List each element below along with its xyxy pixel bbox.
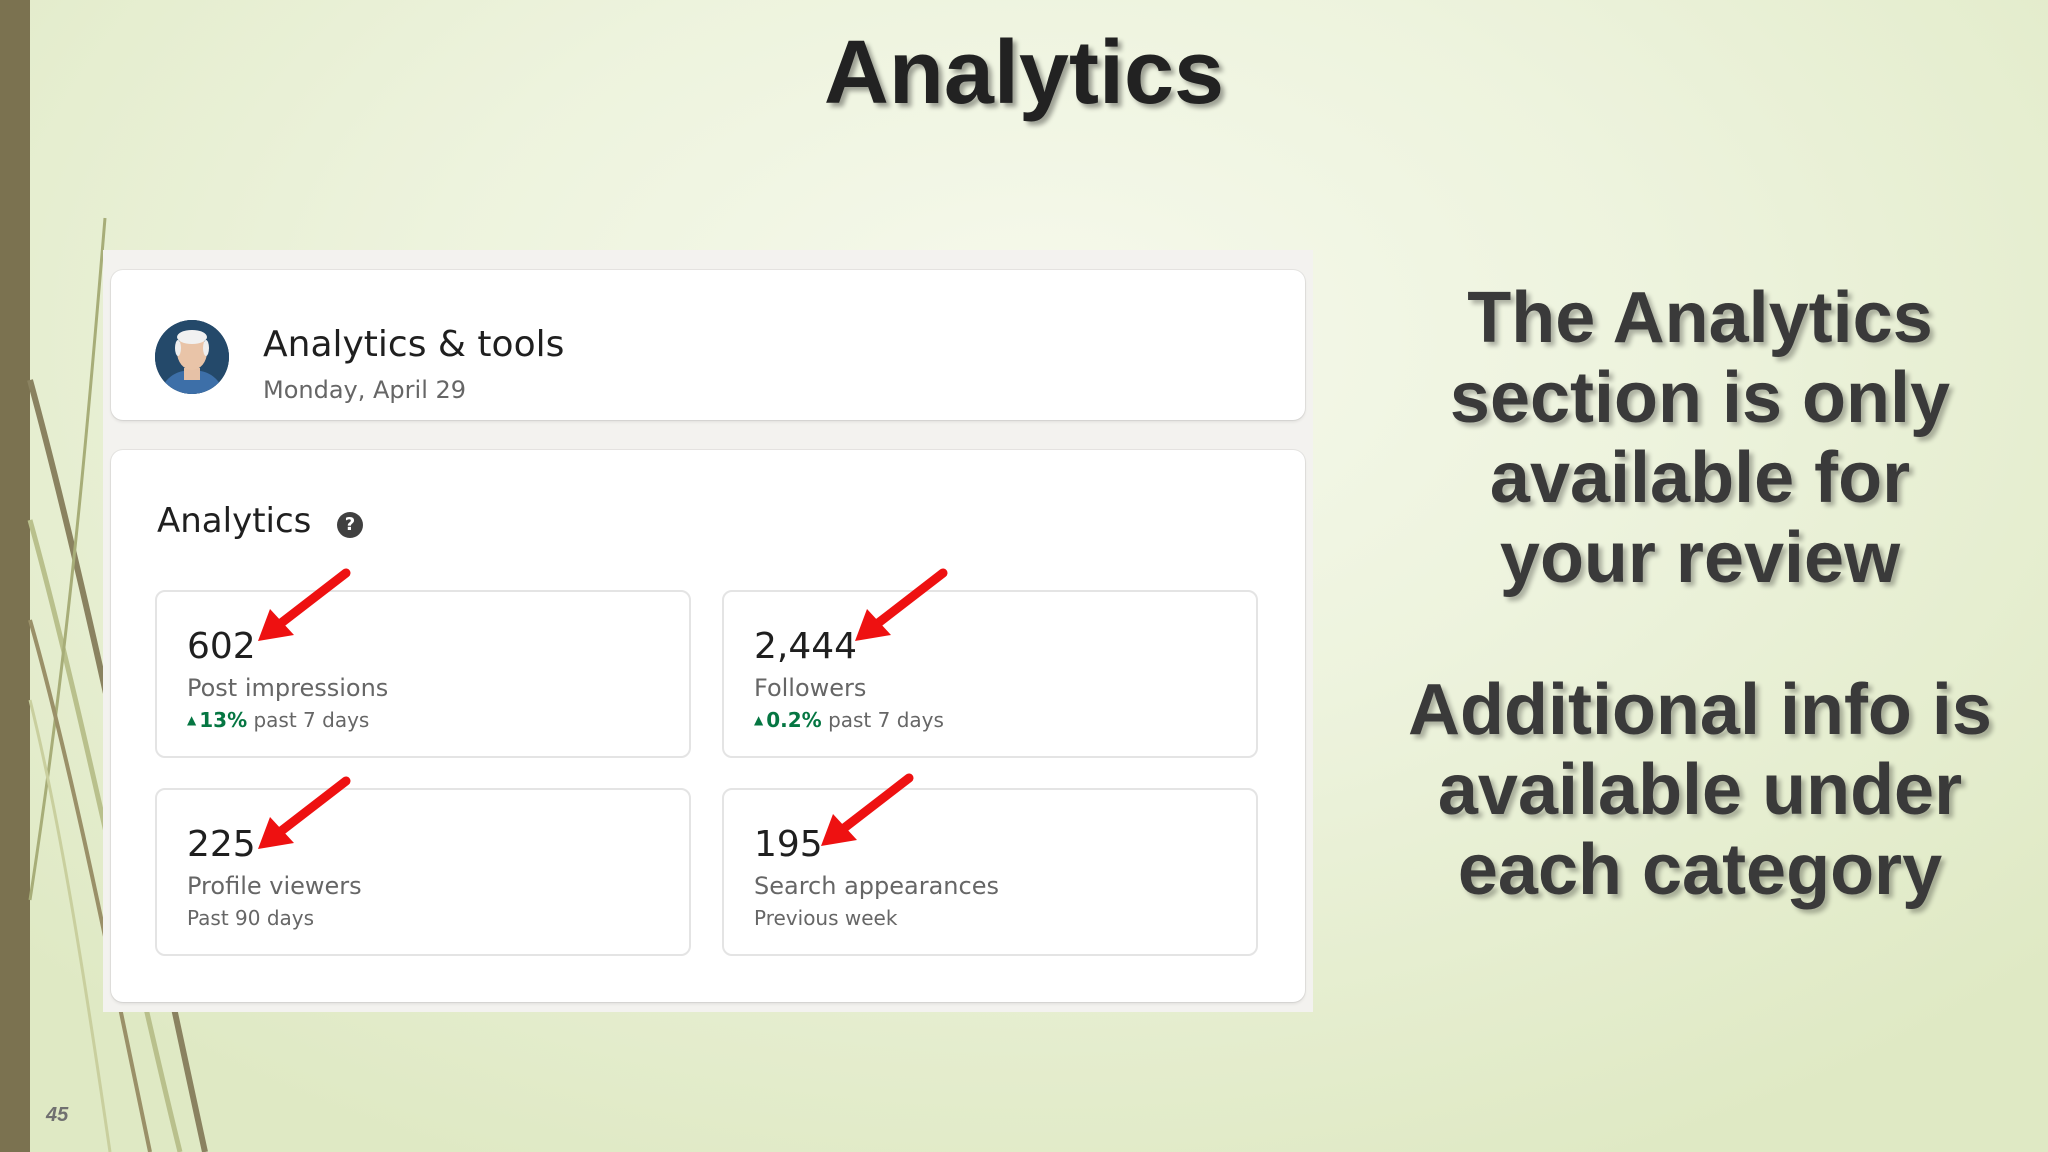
red-arrow-icon	[258, 776, 351, 849]
side-note-line: each category	[1457, 830, 1943, 910]
side-note-analytics-review: The Analytics section is only available …	[1360, 278, 2040, 598]
side-note-line: Additional info is	[1408, 670, 1992, 750]
side-note-line: section is only	[1449, 358, 1951, 438]
metric-profile-viewers[interactable]: 225 Profile viewers Past 90 days	[155, 788, 691, 956]
analytics-tools-card[interactable]: Analytics & tools Monday, April 29	[111, 270, 1305, 420]
profile-photo-icon	[155, 320, 229, 394]
metric-value: 2,444	[754, 626, 858, 667]
metric-followers[interactable]: 2,444 Followers ▲ 0.2% past 7 days	[722, 590, 1258, 758]
metric-post-impressions[interactable]: 602 Post impressions ▲ 13% past 7 days	[155, 590, 691, 758]
help-icon[interactable]: ?	[337, 512, 363, 538]
trend-up-icon: ▲	[187, 713, 197, 727]
metric-period: Previous week	[754, 906, 898, 930]
red-arrow-icon	[258, 568, 351, 641]
metric-label: Followers	[754, 674, 867, 702]
analytics-card: Analytics ? 602 Post impressions ▲ 13% pa…	[111, 450, 1305, 1002]
date-label: Monday, April 29	[263, 376, 467, 404]
side-note-line: The Analytics	[1467, 278, 1933, 358]
change-percent: 13%	[199, 708, 248, 732]
page-title: Analytics & tools	[263, 324, 565, 365]
change-period: past 7 days	[828, 708, 944, 732]
metric-search-appearances[interactable]: 195 Search appearances Previous week	[722, 788, 1258, 956]
metric-label: Profile viewers	[187, 872, 362, 900]
metric-value: 195	[754, 824, 823, 865]
metric-value: 225	[187, 824, 256, 865]
analytics-heading: Analytics	[157, 501, 312, 541]
red-arrow-icon	[821, 773, 914, 846]
change-period: past 7 days	[253, 708, 370, 732]
trend-up-icon: ▲	[754, 713, 764, 727]
side-note-line: available under	[1437, 750, 1963, 830]
side-note-additional-info: Additional info is available under each …	[1360, 670, 2040, 910]
metric-label: Search appearances	[754, 872, 999, 900]
metric-value: 602	[187, 626, 256, 667]
avatar[interactable]	[155, 320, 229, 394]
side-note-line: your review	[1499, 518, 1901, 598]
metric-change: ▲ 0.2% past 7 days	[754, 708, 944, 732]
slide-title: Analytics	[823, 23, 1225, 123]
metric-period: Past 90 days	[187, 906, 315, 930]
side-note-line: available for	[1489, 438, 1911, 518]
red-arrow-icon	[855, 568, 948, 641]
metric-label: Post impressions	[187, 674, 389, 702]
metric-change: ▲ 13% past 7 days	[187, 708, 369, 732]
slide-number: 45	[46, 1104, 69, 1126]
change-percent: 0.2%	[766, 708, 822, 732]
